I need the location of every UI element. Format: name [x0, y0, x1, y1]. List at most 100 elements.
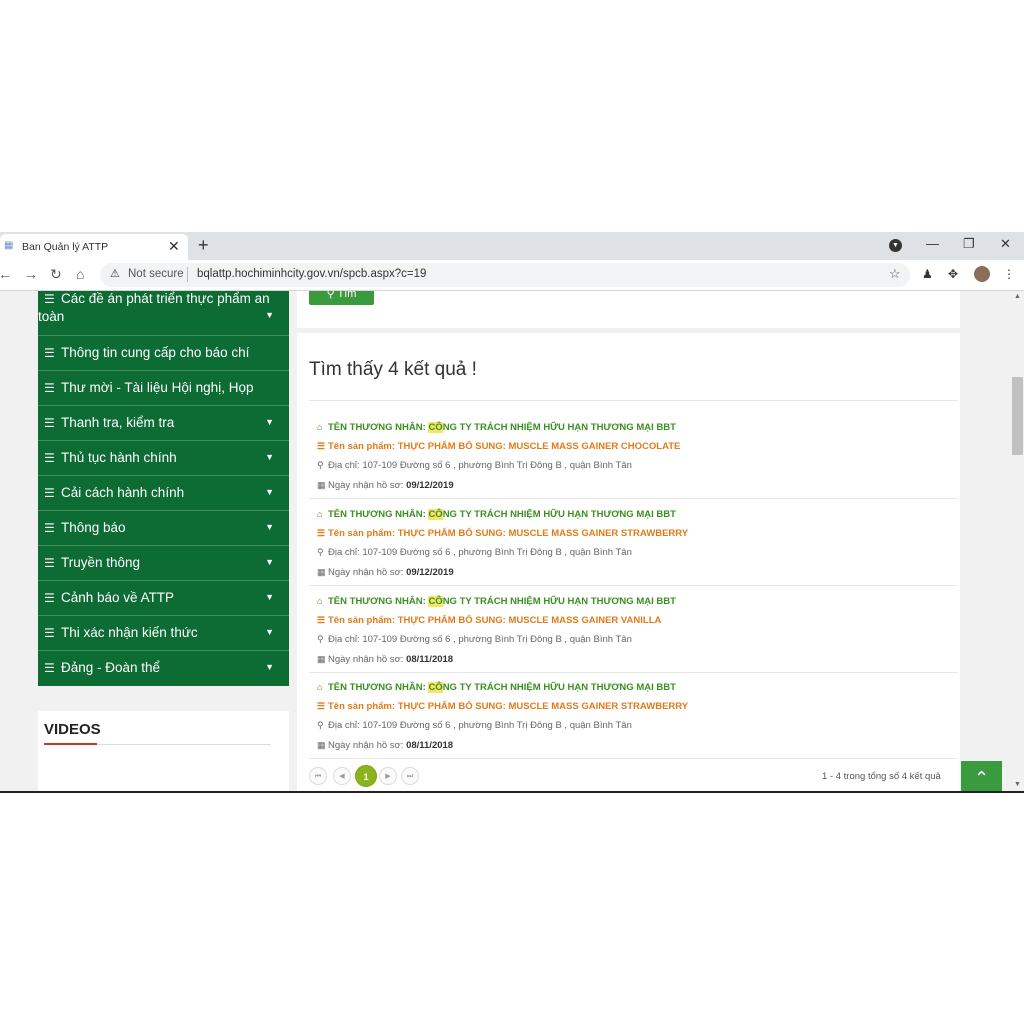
home-icon: ⌂: [317, 682, 323, 692]
merchant-name[interactable]: ⌂ TÊN THƯƠNG NHÂN: CÔNG TY TRÁCH NHIỆM HỮ…: [317, 682, 676, 693]
sidebar-item-truyen-thong[interactable]: ☰ Truyền thông ▼: [38, 546, 289, 581]
address: ⚲ Địa chỉ: 107-109 Đường số 6 , phường Bì…: [317, 460, 632, 471]
sidebar-item-bao-chi[interactable]: ☰ Thông tin cung cấp cho báo chí: [38, 336, 289, 371]
search-panel: ⚲ Tìm: [297, 291, 960, 328]
security-status[interactable]: Not secure: [128, 268, 184, 280]
results-panel: Tìm thấy 4 kết quả ! ⌂ TÊN THƯƠNG NHÂN: C…: [297, 333, 960, 792]
page-1-button[interactable]: 1: [355, 765, 377, 787]
videos-divider: [97, 744, 271, 745]
product-name[interactable]: ☰ Tên sản phẩm: THỰC PHẨM BỔ SUNG: MUSCLE…: [317, 441, 680, 452]
product-name[interactable]: ☰ Tên sản phẩm: THỰC PHẨM BỔ SUNG: MUSCLE…: [317, 701, 688, 712]
sidebar-item-dang-doan[interactable]: ☰ Đảng - Đoàn thể ▼: [38, 651, 289, 686]
page-viewport: ☰ Các đề án phát triển thực phẩm an toàn…: [0, 291, 1024, 792]
chevron-down-icon: ▼: [265, 310, 274, 320]
list-icon: ☰: [44, 381, 55, 395]
sidebar-item-canh-bao[interactable]: ☰ Cảnh báo về ATTP ▼: [38, 581, 289, 616]
result-item[interactable]: ⌂ TÊN THƯƠNG NHÂN: CÔNG TY TRÁCH NHIỆM HỮ…: [309, 672, 957, 759]
calendar-icon: ▦: [317, 740, 326, 750]
back-button[interactable]: ←: [0, 266, 12, 282]
sidebar-item-label: Thông báo: [61, 520, 126, 535]
list-icon: ☰: [44, 521, 55, 535]
product-name[interactable]: ☰ Tên sản phẩm: THỰC PHẨM BỔ SUNG: MUSCLE…: [317, 528, 688, 539]
reload-button[interactable]: ↻: [50, 266, 62, 283]
warning-icon[interactable]: ⚠: [110, 267, 120, 280]
result-item[interactable]: ⌂ TÊN THƯƠNG NHÂN: CÔNG TY TRÁCH NHIỆM HỮ…: [309, 499, 957, 586]
received-date: ▦ Ngày nhận hồ sơ: 09/12/2019: [317, 567, 454, 578]
tab-close-icon[interactable]: ✕: [168, 238, 180, 255]
result-item[interactable]: ⌂ TÊN THƯƠNG NHÂN: CÔNG TY TRÁCH NHIỆM HỮ…: [309, 586, 957, 673]
list-icon: ☰: [317, 701, 326, 711]
map-marker-icon: ⚲: [317, 460, 324, 470]
address-bar[interactable]: ⚠ Not secure bqlattp.hochiminhcity.gov.v…: [100, 263, 910, 287]
sidebar-item-label: Thông tin cung cấp cho báo chí: [61, 345, 250, 360]
search-button-label: Tìm: [337, 291, 357, 300]
tab-strip: ▦ Ban Quản lý ATTP ✕ + ▼ — ❐ ✕: [0, 232, 1024, 260]
sidebar-item-thu-moi[interactable]: ☰ Thư mời - Tài liệu Hội nghị, Họp: [38, 371, 289, 406]
sidebar-item-label: Cải cách hành chính: [61, 485, 185, 500]
scroll-down-arrow-icon[interactable]: ▼: [1014, 781, 1021, 788]
received-date: ▦ Ngày nhận hồ sơ: 08/11/2018: [317, 740, 454, 751]
incognito-extension-icon[interactable]: ♟: [922, 267, 933, 281]
sidebar-item-label: Thanh tra, kiểm tra: [61, 415, 175, 430]
home-icon: ⌂: [317, 422, 323, 432]
search-button[interactable]: ⚲ Tìm: [309, 291, 374, 305]
extensions-puzzle-icon[interactable]: ✥: [948, 267, 958, 281]
sidebar-item-thi-xac-nhan[interactable]: ☰ Thi xác nhận kiến thức ▼: [38, 616, 289, 651]
sidebar-item-thu-tuc[interactable]: ☰ Thủ tục hành chính ▼: [38, 441, 289, 476]
browser-tab[interactable]: ▦ Ban Quản lý ATTP ✕: [0, 234, 188, 260]
sidebar-item-label: Truyền thông: [61, 555, 141, 570]
list-icon: ☰: [44, 451, 55, 465]
results-divider: [309, 400, 957, 401]
page-scrollbar[interactable]: ▲ ▼: [1011, 291, 1024, 792]
sidebar-item-de-an[interactable]: ☰ Các đề án phát triển thực phẩm an toàn…: [38, 291, 289, 336]
tab-title: Ban Quản lý ATTP: [22, 241, 109, 253]
calendar-icon: ▦: [317, 567, 326, 577]
omnibox-divider: [187, 267, 188, 282]
videos-title: VIDEOS: [44, 721, 101, 738]
forward-button[interactable]: →: [24, 266, 38, 282]
address: ⚲ Địa chỉ: 107-109 Đường số 6 , phường Bì…: [317, 634, 632, 645]
merchant-name[interactable]: ⌂ TÊN THƯƠNG NHÂN: CÔNG TY TRÁCH NHIỆM HỮ…: [317, 509, 676, 520]
address: ⚲ Địa chỉ: 107-109 Đường số 6 , phường Bì…: [317, 720, 632, 731]
home-button[interactable]: ⌂: [76, 266, 84, 282]
map-marker-icon: ⚲: [317, 720, 324, 730]
minimize-button[interactable]: —: [926, 236, 939, 251]
sidebar-item-label: Thi xác nhận kiến thức: [61, 625, 198, 640]
scrollbar-thumb[interactable]: [1012, 377, 1023, 455]
sidebar-item-thong-bao[interactable]: ☰ Thông báo ▼: [38, 511, 289, 546]
result-item[interactable]: ⌂ TÊN THƯƠNG NHÂN: CÔNG TY TRÁCH NHIỆM HỮ…: [309, 412, 957, 499]
scroll-up-arrow-icon[interactable]: ▲: [1014, 293, 1021, 300]
map-marker-icon: ⚲: [317, 547, 324, 557]
profile-avatar[interactable]: [974, 266, 990, 282]
videos-panel: VIDEOS: [38, 711, 289, 792]
received-date: ▦ Ngày nhận hồ sơ: 09/12/2019: [317, 480, 454, 491]
new-tab-button[interactable]: +: [198, 235, 209, 256]
sidebar-item-label: Thư mời - Tài liệu Hội nghị, Họp: [61, 380, 254, 395]
sidebar-item-thanh-tra[interactable]: ☰ Thanh tra, kiểm tra ▼: [38, 406, 289, 441]
last-page-button[interactable]: ⏭: [401, 767, 419, 785]
browser-window: ▦ Ban Quản lý ATTP ✕ + ▼ — ❐ ✕ ← → ↻ ⌂ ⚠…: [0, 232, 1024, 792]
url-text[interactable]: bqlattp.hochiminhcity.gov.vn/spcb.aspx?c…: [197, 268, 426, 280]
next-page-button[interactable]: ▶: [379, 767, 397, 785]
window-close-button[interactable]: ✕: [1000, 236, 1011, 252]
tab-search-icon[interactable]: ▼: [889, 239, 902, 252]
chevron-down-icon: ▼: [265, 417, 274, 427]
sidebar-item-cai-cach[interactable]: ☰ Cải cách hành chính ▼: [38, 476, 289, 511]
restore-button[interactable]: ❐: [963, 236, 975, 252]
merchant-name[interactable]: ⌂ TÊN THƯƠNG NHÂN: CÔNG TY TRÁCH NHIỆM HỮ…: [317, 596, 676, 607]
list-icon: ☰: [44, 626, 55, 640]
bookmark-star-icon[interactable]: ☆: [889, 266, 901, 282]
list-icon: ☰: [44, 292, 55, 306]
scroll-to-top-button[interactable]: ⌃: [961, 761, 1002, 792]
prev-page-button[interactable]: ◀: [333, 767, 351, 785]
results-heading: Tìm thấy 4 kết quả !: [309, 359, 477, 380]
list-icon: ☰: [44, 661, 55, 675]
list-icon: ☰: [44, 486, 55, 500]
calendar-icon: ▦: [317, 654, 326, 664]
chevron-down-icon: ▼: [265, 452, 274, 462]
product-name[interactable]: ☰ Tên sản phẩm: THỰC PHẨM BỔ SUNG: MUSCLE…: [317, 615, 661, 626]
browser-menu-icon[interactable]: ⋮: [1003, 267, 1015, 281]
merchant-name[interactable]: ⌂ TÊN THƯƠNG NHÂN: CÔNG TY TRÁCH NHIỆM HỮ…: [317, 422, 676, 433]
first-page-button[interactable]: ⏮: [309, 767, 327, 785]
browser-toolbar: ← → ↻ ⌂ ⚠ Not secure bqlattp.hochiminhci…: [0, 260, 1024, 291]
